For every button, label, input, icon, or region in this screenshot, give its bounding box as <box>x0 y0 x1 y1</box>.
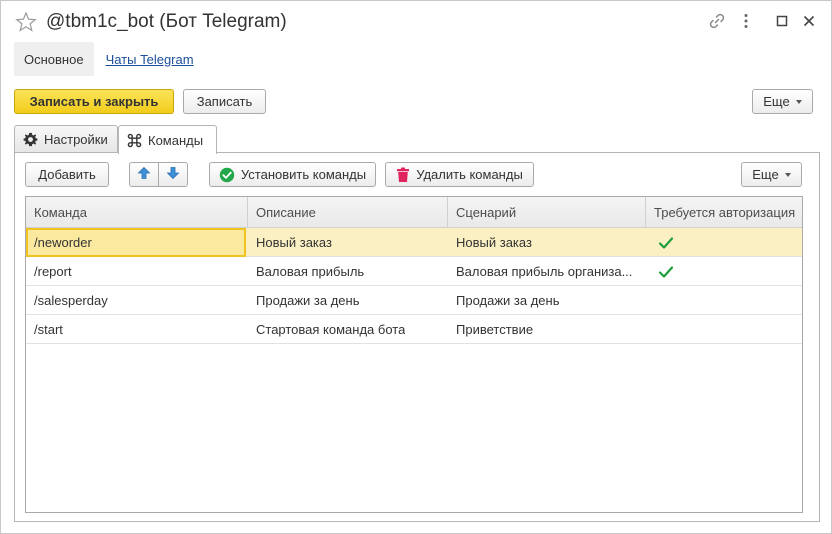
arrow-up-icon <box>137 166 151 183</box>
chevron-down-icon <box>784 172 791 177</box>
save-and-close-button[interactable]: Записать и закрыть <box>14 89 174 114</box>
add-label: Добавить <box>38 167 96 182</box>
cell-command-text: /start <box>34 322 63 337</box>
tab-commands-label: Команды <box>148 132 204 148</box>
table-row[interactable]: /report Валовая прибыль Валовая прибыль … <box>26 257 802 286</box>
cell-description[interactable]: Стартовая команда бота <box>248 315 448 344</box>
commands-more-label: Еще <box>752 167 779 182</box>
cell-command-text: /report <box>34 264 72 279</box>
table-row[interactable]: /neworder Новый заказ Новый заказ <box>26 228 802 257</box>
move-up-button[interactable] <box>129 162 159 187</box>
command-icon <box>127 133 142 148</box>
more-label: Еще <box>763 94 790 109</box>
table-row[interactable]: /start Стартовая команда бота Приветстви… <box>26 315 802 344</box>
save-label: Записать <box>196 94 253 109</box>
checkmark-icon <box>658 236 674 250</box>
cell-description[interactable]: Продажи за день <box>248 286 448 315</box>
checkmark-icon <box>658 265 674 279</box>
cell-command[interactable]: /start <box>26 315 248 344</box>
commands-more-button[interactable]: Еще <box>741 162 802 187</box>
favorite-star-icon[interactable] <box>15 11 37 33</box>
cell-scenario[interactable]: Приветствие <box>448 315 638 344</box>
cell-description[interactable]: Валовая прибыль <box>248 257 448 286</box>
column-header-scenario[interactable]: Сценарий <box>448 197 646 228</box>
cell-command[interactable]: /neworder <box>26 228 246 257</box>
gear-icon <box>23 132 38 147</box>
link-icon[interactable] <box>707 11 727 31</box>
column-header-command[interactable]: Команда <box>26 197 248 228</box>
cell-auth-required[interactable] <box>648 257 802 286</box>
delete-commands-button[interactable]: Удалить команды <box>385 162 534 187</box>
cell-description-text: Продажи за день <box>256 293 360 308</box>
cell-description-text: Новый заказ <box>256 235 332 250</box>
section-telegram-chats-link[interactable]: Чаты Telegram <box>106 52 194 67</box>
cell-auth-required[interactable] <box>648 228 802 257</box>
tab-settings[interactable]: Настройки <box>14 125 118 153</box>
commands-table[interactable]: Команда Описание Сценарий Требуется авто… <box>25 196 803 513</box>
cell-command-text: /neworder <box>34 235 92 250</box>
window-title: @tbm1c_bot (Бот Telegram) <box>46 11 287 32</box>
more-actions-button[interactable]: Еще <box>752 89 813 114</box>
cell-command[interactable]: /salesperday <box>26 286 248 315</box>
trash-icon <box>396 167 410 183</box>
cell-description-text: Валовая прибыль <box>256 264 365 279</box>
more-vertical-icon[interactable] <box>736 11 756 31</box>
chevron-down-icon <box>795 99 802 104</box>
title-bar: @tbm1c_bot (Бот Telegram) <box>1 1 831 43</box>
cell-auth-required[interactable] <box>648 286 802 315</box>
cell-scenario[interactable]: Новый заказ <box>448 228 638 257</box>
set-commands-button[interactable]: Установить команды <box>209 162 376 187</box>
move-down-button[interactable] <box>158 162 188 187</box>
form-window: @tbm1c_bot (Бот Telegram) Основное Чаты … <box>0 0 832 534</box>
tab-settings-label: Настройки <box>44 132 108 147</box>
close-icon[interactable] <box>799 11 819 31</box>
save-and-close-label: Записать и закрыть <box>29 94 159 109</box>
cell-scenario[interactable]: Валовая прибыль организа... <box>448 257 638 286</box>
add-command-button[interactable]: Добавить <box>25 162 109 187</box>
check-circle-icon <box>219 167 235 183</box>
cell-scenario-text: Валовая прибыль организа... <box>456 264 633 279</box>
table-header: Команда Описание Сценарий Требуется авто… <box>26 197 802 228</box>
table-row[interactable]: /salesperday Продажи за день Продажи за … <box>26 286 802 315</box>
cell-command[interactable]: /report <box>26 257 248 286</box>
delete-commands-label: Удалить команды <box>416 167 523 182</box>
save-button[interactable]: Записать <box>183 89 266 114</box>
section-main[interactable]: Основное <box>14 42 94 76</box>
arrow-down-icon <box>166 166 180 183</box>
cell-command-text: /salesperday <box>34 293 108 308</box>
column-header-description[interactable]: Описание <box>248 197 448 228</box>
cell-scenario[interactable]: Продажи за день <box>448 286 638 315</box>
cell-scenario-text: Продажи за день <box>456 293 560 308</box>
maximize-icon[interactable] <box>772 11 792 31</box>
cell-auth-required[interactable] <box>648 315 802 344</box>
set-commands-label: Установить команды <box>240 167 367 182</box>
cell-scenario-text: Новый заказ <box>456 235 532 250</box>
column-header-auth-required[interactable]: Требуется авторизация <box>646 197 802 228</box>
cell-description-text: Стартовая команда бота <box>256 322 406 337</box>
form-sections: Основное Чаты Telegram <box>14 42 194 76</box>
cell-description[interactable]: Новый заказ <box>248 228 448 257</box>
cell-scenario-text: Приветствие <box>456 322 534 337</box>
tab-commands[interactable]: Команды <box>118 125 217 154</box>
